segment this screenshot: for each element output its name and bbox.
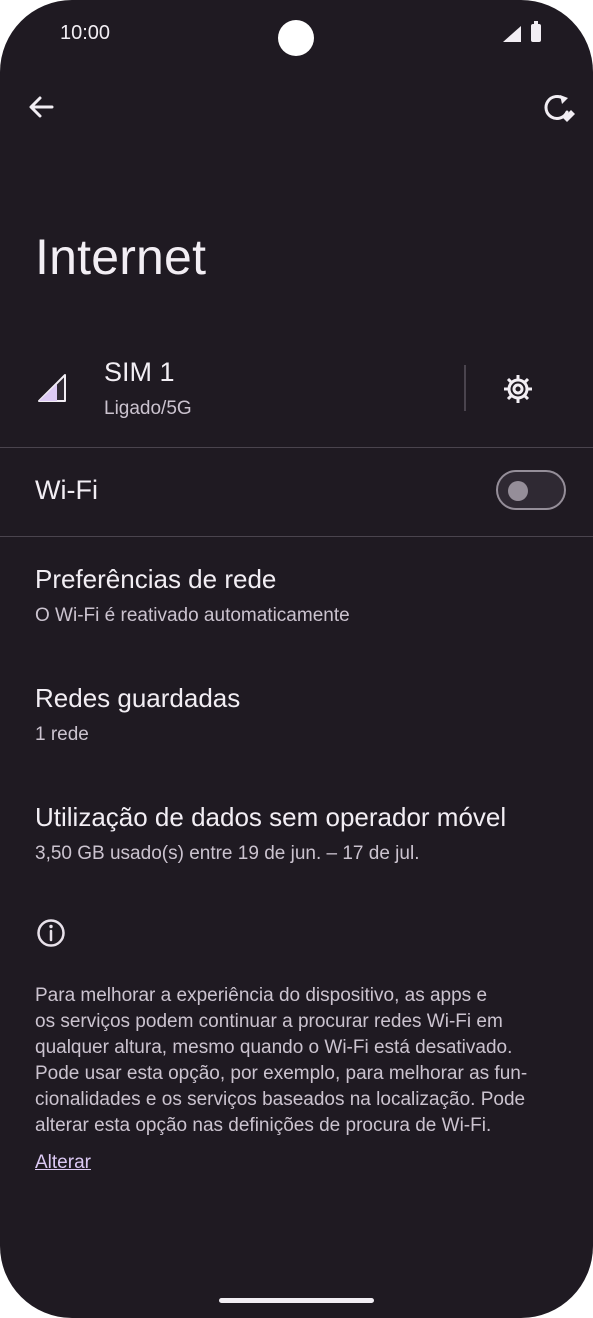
gear-icon[interactable] xyxy=(499,370,537,408)
sim-name: SIM 1 xyxy=(104,357,175,387)
info-line: Para melhorar a experiência do dispositi… xyxy=(35,985,488,1006)
info-line: qualquer altura, mesmo quando o Wi-Fi es… xyxy=(35,1037,513,1058)
status-bar: 10:00 xyxy=(0,0,593,70)
divider xyxy=(0,447,593,448)
vertical-divider xyxy=(464,365,466,411)
non-carrier-data-usage-item[interactable]: Utilização de dados sem operador móvel 3… xyxy=(0,787,593,877)
item-subtitle: 1 rede xyxy=(35,724,89,745)
divider xyxy=(0,536,593,537)
gesture-nav-handle[interactable] xyxy=(219,1298,374,1303)
page-title: Internet xyxy=(35,229,207,285)
wifi-toggle[interactable] xyxy=(496,470,566,510)
info-icon xyxy=(37,919,65,947)
item-title: Redes guardadas xyxy=(35,683,241,713)
cell-signal-icon xyxy=(503,26,521,42)
wifi-scanning-info: Para melhorar a experiência do dispositi… xyxy=(35,983,565,1139)
change-link[interactable]: Alterar xyxy=(35,1152,91,1174)
phone-screen: 10:00 Internet SIM 1 Ligado/5G Wi-Fi Pre… xyxy=(0,0,593,1318)
signal-strength-icon xyxy=(38,374,66,402)
item-title: Utilização de dados sem operador móvel xyxy=(35,802,507,832)
saved-networks-item[interactable]: Redes guardadas 1 rede xyxy=(0,668,593,758)
sim-status: Ligado/5G xyxy=(104,398,192,419)
network-preferences-item[interactable]: Preferências de rede O Wi-Fi é reativado… xyxy=(0,550,593,640)
camera-cutout xyxy=(278,20,314,56)
wifi-label: Wi-Fi xyxy=(35,475,98,505)
reset-network-icon[interactable] xyxy=(540,90,576,126)
battery-icon xyxy=(531,21,541,42)
item-subtitle: O Wi-Fi é reativado automaticamente xyxy=(35,605,350,626)
back-arrow-icon[interactable] xyxy=(24,90,58,124)
info-line: os serviços podem continuar a procurar r… xyxy=(35,1011,503,1032)
status-time: 10:00 xyxy=(60,22,111,44)
info-line: Pode usar esta opção, por exemplo, para … xyxy=(35,1063,528,1084)
item-title: Preferências de rede xyxy=(35,564,277,594)
item-subtitle: 3,50 GB usado(s) entre 19 de jun. – 17 d… xyxy=(35,843,420,864)
info-line: alterar esta opção nas definições de pro… xyxy=(35,1115,492,1136)
toggle-knob xyxy=(508,481,528,501)
info-line: cionalidades e os serviços baseados na l… xyxy=(35,1089,526,1110)
